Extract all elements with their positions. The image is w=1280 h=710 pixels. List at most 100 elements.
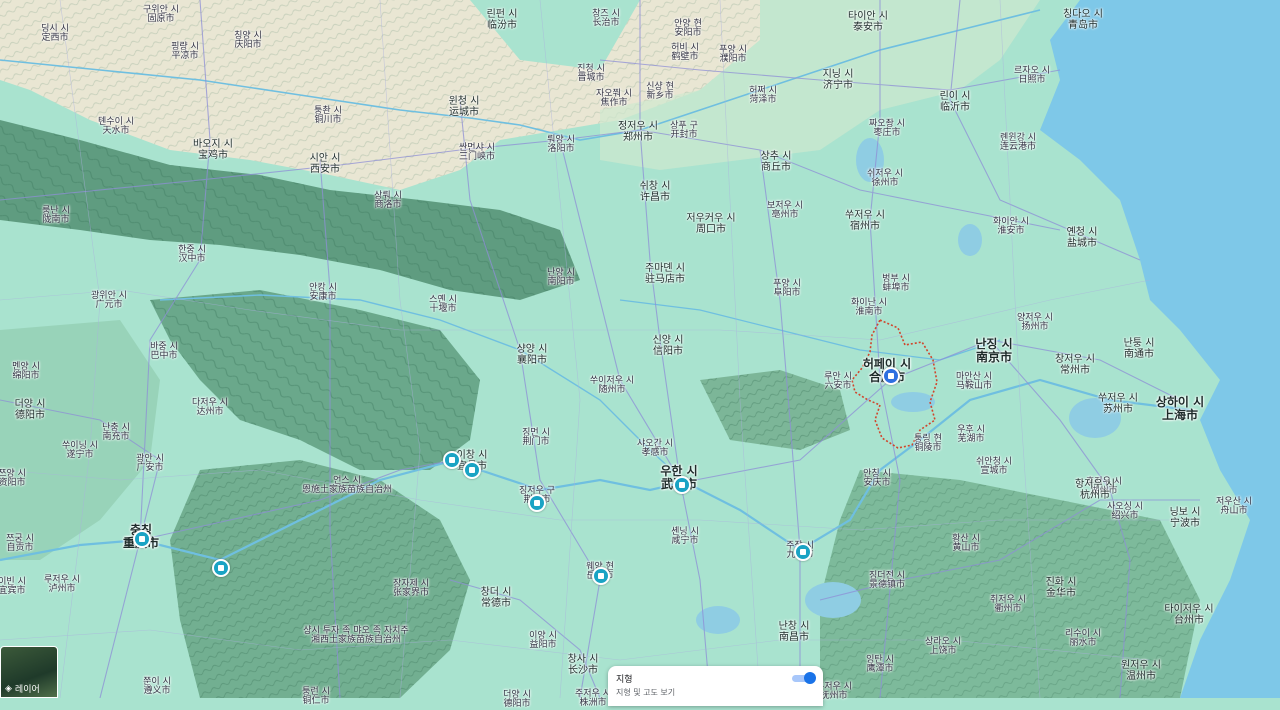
pin-hefei-marker[interactable]: [882, 367, 900, 385]
city-label-enshi[interactable]: 언스 시 恩施土家族苗族自治州: [302, 476, 392, 496]
city-label-yiyang[interactable]: 이양 시 益阳市: [529, 631, 557, 651]
city-label-jincheng[interactable]: 진청 시 晋城市: [577, 64, 605, 84]
city-label-xuancheng[interactable]: 쉬안청 시 宣城市: [976, 457, 1012, 477]
city-label-huainan[interactable]: 화이난 시 淮南市: [851, 298, 887, 318]
city-label-xianning[interactable]: 셴닝 시 咸宁市: [671, 527, 699, 547]
city-label-lianyungang[interactable]: 롄윈강 시 连云港市: [1000, 133, 1036, 153]
city-label-tongchuan[interactable]: 퉁촨 시 铜川市: [314, 106, 342, 126]
city-label-zigong[interactable]: 쯔궁 시 自贡市: [6, 534, 34, 554]
city-label-jingdezhen[interactable]: 징더전 시 景德镇市: [869, 571, 905, 591]
city-label-fuyang[interactable]: 푸양 시 阜阳市: [773, 279, 801, 299]
city-label-ningbo[interactable]: 닝보 시 宁波市: [1170, 507, 1201, 529]
city-label-suizhou[interactable]: 쑤이저우 시 随州市: [590, 376, 634, 396]
pin-yichang-2-marker[interactable]: [463, 461, 481, 479]
city-label-baoji[interactable]: 바오지 시 宝鸡市: [193, 139, 233, 161]
city-label-nantong[interactable]: 난퉁 시 南通市: [1124, 338, 1155, 360]
city-label-zhoukou[interactable]: 저우커우 시 周口市: [686, 213, 735, 235]
city-label-changzhou[interactable]: 창저우 시 常州市: [1055, 354, 1095, 376]
pin-wuhan-marker[interactable]: [673, 476, 691, 494]
map-canvas[interactable]: [0, 0, 1280, 698]
city-label-wenzhou[interactable]: 원저우 시 温州市: [1121, 660, 1161, 682]
city-label-zunyi[interactable]: 쭌이 시 遵义市: [143, 677, 171, 697]
city-label-tianshui[interactable]: 톈수이 시 天水市: [98, 117, 134, 137]
city-label-jining[interactable]: 지닝 시 济宁市: [823, 69, 854, 91]
city-label-huangshan[interactable]: 황산 시 黄山市: [952, 534, 980, 554]
city-label-ankang[interactable]: 안캉 시 安康市: [309, 283, 337, 303]
city-label-xuchang[interactable]: 쉬창 시 许昌市: [640, 181, 671, 203]
city-label-nanchong[interactable]: 난충 시 南充市: [102, 423, 130, 443]
city-label-dingxi[interactable]: 딩시 시 定西市: [41, 24, 69, 44]
city-label-mianyang[interactable]: 멘양 시 绵阳市: [12, 362, 40, 382]
city-label-qingdao[interactable]: 칭다오 시 青岛市: [1063, 9, 1103, 31]
city-label-anqing[interactable]: 안칭 시 安庆市: [863, 469, 891, 489]
city-label-xiaogan[interactable]: 샤오간 시 孝感市: [637, 439, 673, 459]
city-label-bozhou[interactable]: 보저우 시 亳州市: [767, 201, 803, 221]
city-label-jiaozuo[interactable]: 자오쭤 시 焦作市: [596, 89, 632, 109]
city-label-bazhong[interactable]: 바중 시 巴中市: [150, 342, 178, 362]
city-label-suzhou_js[interactable]: 쑤저우 시 苏州市: [1098, 393, 1138, 415]
city-label-shaoxing[interactable]: 사오싱 시 绍兴市: [1107, 502, 1143, 522]
city-label-nanyang[interactable]: 난양 시 南阳市: [547, 268, 575, 288]
city-label-puyang[interactable]: 푸양 시 濮阳市: [719, 45, 747, 65]
city-label-zhuzhou[interactable]: 주저우 시 株洲市: [575, 689, 611, 709]
city-label-ziyang[interactable]: 쯔양 시 资阳市: [0, 469, 26, 489]
city-label-yuncheng[interactable]: 윈청 시 运城市: [449, 96, 480, 118]
city-label-changsha[interactable]: 창사 시 长沙市: [568, 654, 599, 676]
pin-yueyang-marker[interactable]: [592, 567, 610, 585]
city-label-deyang_w[interactable]: 더양 시 德阳市: [503, 690, 531, 710]
pin-jiujiang-marker[interactable]: [794, 543, 812, 561]
city-label-guyuan[interactable]: 구위안 시 固原市: [143, 5, 179, 25]
city-label-taizhou[interactable]: 타이저우 시 台州市: [1164, 604, 1213, 626]
city-label-pingliang[interactable]: 핑량 시 平凉市: [171, 42, 199, 62]
city-label-yancheng[interactable]: 옌청 시 盐城市: [1067, 227, 1098, 249]
city-label-suzhou_ah[interactable]: 쑤저우 시 宿州市: [845, 210, 885, 232]
city-label-taian[interactable]: 타이안 시 泰安市: [848, 11, 888, 33]
city-label-zaozhuang[interactable]: 짜오좡 시 枣庄市: [869, 119, 905, 139]
city-label-yingtan[interactable]: 잉탄 시 鹰潭市: [866, 655, 894, 675]
city-label-dazhou[interactable]: 다저우 시 达州市: [192, 398, 228, 418]
city-label-sanmenxia[interactable]: 싼먼샤 시 三门峡市: [459, 143, 495, 163]
city-label-changde[interactable]: 창더 시 常德市: [481, 587, 512, 609]
city-label-zhengzhou[interactable]: 정저우 시 郑州市: [618, 121, 658, 143]
pin-yichang-1-marker[interactable]: [443, 451, 461, 469]
city-label-luzhou[interactable]: 루저우 시 泸州市: [44, 575, 80, 595]
city-label-xuzhou[interactable]: 쉬저우 시 徐州市: [867, 169, 903, 189]
city-label-yangzhou[interactable]: 양저우 시 扬州市: [1017, 313, 1053, 333]
city-label-longnan[interactable]: 룽난 시 陇南市: [42, 206, 70, 226]
city-label-bengbu[interactable]: 벙부 시 蚌埠市: [882, 274, 910, 294]
city-label-tongling[interactable]: 퉁링 현 铜陵市: [914, 434, 942, 454]
city-label-zhangjiajie[interactable]: 장자제 시 张家界市: [393, 579, 429, 599]
city-label-deyang[interactable]: 더양 시 德阳市: [15, 399, 46, 421]
city-label-quzhou[interactable]: 취저우 시 衢州市: [990, 595, 1026, 615]
city-label-zhoushan[interactable]: 저우산 시 舟山市: [1216, 497, 1252, 517]
city-label-hangzhou[interactable]: 항저우 시 杭州市: [1075, 479, 1115, 501]
city-label-changzhi[interactable]: 창즈 시 长治市: [592, 9, 620, 29]
city-label-xian[interactable]: 시안 시 西安市: [310, 153, 341, 175]
city-label-shanghai[interactable]: 상하이 시 上海市: [1156, 396, 1204, 421]
city-label-hebi[interactable]: 허비 시 鹤壁市: [671, 43, 699, 63]
city-label-suining[interactable]: 쑤이닝 시 遂宁市: [62, 441, 98, 461]
city-label-shangluo[interactable]: 상뤄 시 商洛市: [374, 191, 402, 211]
pin-jingzhou-marker[interactable]: [528, 494, 546, 512]
city-label-nanjing[interactable]: 난징 시 南京市: [975, 338, 1012, 363]
city-label-lishui[interactable]: 리수이 시 丽水市: [1065, 629, 1101, 649]
city-label-guangan[interactable]: 광안 시 广安市: [136, 454, 164, 474]
city-label-maanshan[interactable]: 마안산 시 马鞍山市: [956, 372, 992, 392]
city-label-xiangxi[interactable]: 샹시 투자 족 먀오 족 자치주 湘西土家族苗族自治州: [303, 626, 408, 646]
city-label-rizhao[interactable]: 르자오 시 日照市: [1014, 66, 1050, 86]
city-label-shangqiu[interactable]: 상추 시 商丘市: [761, 151, 792, 173]
terrain-toggle[interactable]: [792, 672, 816, 684]
city-label-yibin[interactable]: 이빈 시 宜宾市: [0, 577, 26, 597]
city-label-shiyan[interactable]: 스옌 시 十堰市: [429, 295, 457, 315]
city-label-xinyang[interactable]: 신양 시 信阳市: [653, 335, 684, 357]
pin-chongqing-marker[interactable]: [133, 530, 151, 548]
layers-button[interactable]: ◈ 레이어: [0, 646, 58, 698]
city-label-luan[interactable]: 루안 시 六安市: [824, 372, 852, 392]
city-label-wuhu[interactable]: 우후 시 芜湖市: [957, 425, 985, 445]
city-label-nanchang[interactable]: 난창 시 南昌市: [779, 621, 810, 643]
city-label-huaian[interactable]: 화이안 시 淮安市: [993, 217, 1029, 237]
city-label-shangrao[interactable]: 상라오 시 上饶市: [925, 637, 961, 657]
city-label-heze[interactable]: 허쩌 시 菏泽市: [749, 86, 777, 106]
city-label-tongren[interactable]: 퉁런 시 铜仁市: [302, 687, 330, 707]
city-label-kaifeng[interactable]: 상푸 구 开封市: [670, 121, 698, 141]
